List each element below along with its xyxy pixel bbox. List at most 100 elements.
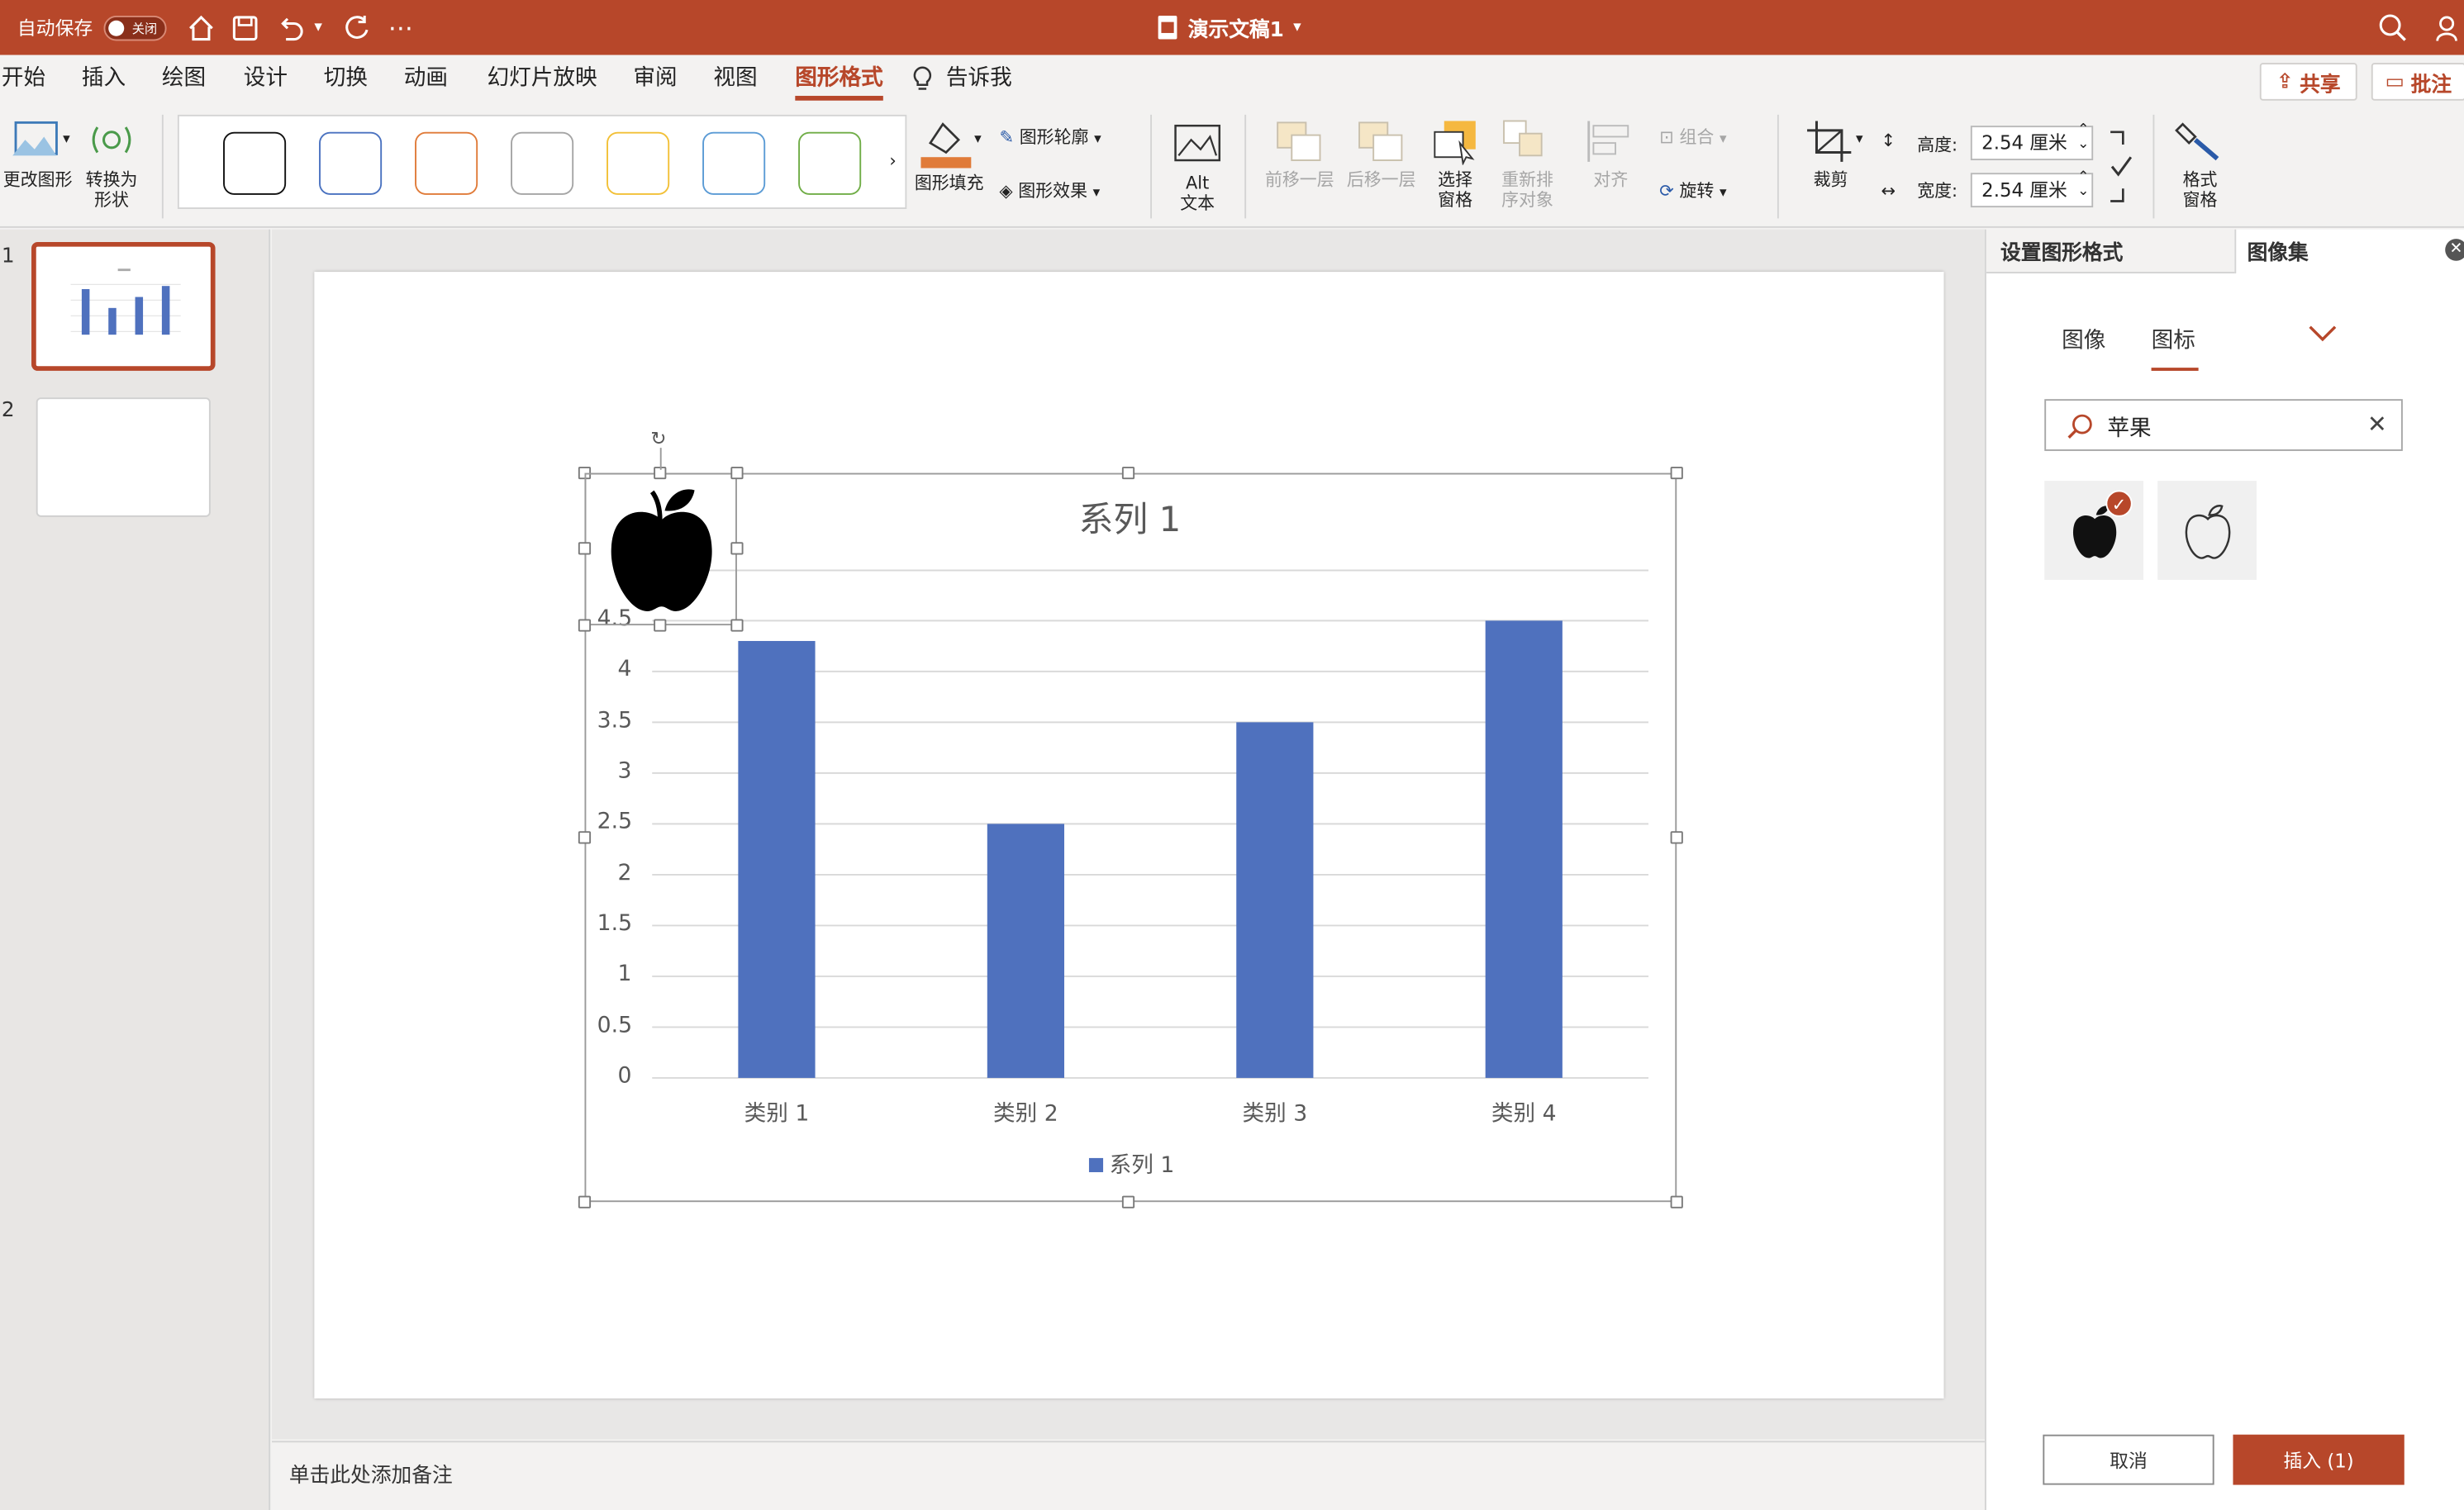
style-swatch-3[interactable] (415, 131, 478, 195)
format-pane-button[interactable]: 格式 窗格 (2171, 118, 2228, 211)
tab-insert[interactable]: 插入 (82, 55, 126, 106)
document-title[interactable]: 演示文稿1 (1188, 0, 1284, 55)
resize-handle[interactable] (1670, 1195, 1683, 1208)
title-dropdown-icon[interactable]: ▾ (1293, 0, 1301, 55)
panel-tab-images[interactable]: 图像集 (2248, 235, 2309, 266)
width-stepper[interactable]: ⌃ ⌄ (2077, 170, 2089, 199)
tab-draw[interactable]: 绘图 (162, 55, 206, 106)
resize-handle[interactable] (1670, 466, 1683, 480)
resize-handle[interactable] (730, 466, 744, 480)
send-backward-button[interactable]: 后移一层 (1345, 118, 1417, 190)
y-tick-label: 4 (617, 657, 632, 683)
shape-fill-button[interactable]: 图形填充 (915, 115, 984, 193)
rotate-handle-icon[interactable]: ↻ (650, 427, 666, 449)
close-panel-icon[interactable]: ✕ (2445, 239, 2464, 261)
group-button[interactable]: ⊡ 组合 ▾ (1659, 127, 1726, 151)
tab-transitions[interactable]: 切换 (324, 55, 368, 106)
apple-icon[interactable] (606, 482, 716, 620)
height-input[interactable]: 2.54 厘米 (1970, 126, 2094, 161)
tab-shape-format[interactable]: 图形格式 (795, 55, 883, 106)
icon-result-apple-outline[interactable] (2157, 481, 2257, 580)
reorder-objects-button[interactable]: 重新排 序对象 (1496, 118, 1559, 211)
style-swatch-7[interactable] (798, 131, 862, 195)
selection-pane-icon (1434, 121, 1476, 166)
tab-view[interactable]: 视图 (713, 55, 757, 106)
resize-handle[interactable] (578, 1195, 592, 1208)
resize-handle[interactable] (578, 831, 592, 844)
convert-to-shape-button[interactable]: 转换为 形状 (82, 118, 141, 211)
slide-thumbnails-panel: 1 2 (0, 229, 271, 1510)
autosave-toggle[interactable]: 关闭 (103, 15, 167, 40)
resize-handle[interactable] (730, 542, 744, 555)
home-icon[interactable] (185, 0, 216, 55)
bar-2[interactable] (987, 824, 1064, 1078)
undo-dropdown-icon[interactable]: ▾ (314, 0, 322, 55)
style-swatch-4[interactable] (511, 131, 574, 195)
tab-review[interactable]: 审阅 (633, 55, 677, 106)
height-stepper[interactable]: ⌃ ⌄ (2077, 123, 2089, 152)
resize-handle[interactable] (654, 619, 667, 632)
bar-4[interactable] (1485, 620, 1563, 1078)
bar-1[interactable] (738, 640, 816, 1078)
search-icon[interactable] (2377, 0, 2409, 55)
change-shape-dropdown-icon[interactable]: ▾ (63, 131, 70, 151)
tab-slideshow[interactable]: 幻灯片放映 (488, 55, 597, 106)
gallery-more-icon[interactable]: › (889, 151, 896, 172)
lock-aspect-icon[interactable] (2107, 129, 2135, 209)
width-label: 宽度: (1917, 180, 1958, 202)
share-button[interactable]: ⇪ 共享 (2259, 63, 2357, 101)
subtab-icons[interactable]: 图标 (2152, 324, 2195, 355)
notes-placeholder[interactable]: 单击此处添加备注 (289, 1458, 453, 1489)
bring-forward-button[interactable]: 前移一层 (1263, 118, 1335, 190)
panel-tab-format[interactable]: 设置图形格式 (2000, 235, 2123, 266)
style-swatch-6[interactable] (702, 131, 766, 195)
resize-handle[interactable] (578, 619, 592, 632)
save-icon[interactable] (230, 0, 261, 55)
notes-pane[interactable]: 单击此处添加备注 (272, 1441, 1985, 1510)
account-icon[interactable] (2433, 0, 2464, 55)
tab-animations[interactable]: 动画 (404, 55, 448, 106)
resize-handle[interactable] (730, 619, 744, 632)
slide-thumbnail-2[interactable] (36, 397, 211, 517)
insert-button[interactable]: 插入 (1) (2233, 1434, 2405, 1485)
more-icon[interactable]: ⋯ (388, 0, 413, 55)
title-bar: 自动保存 关闭 ▾ ⋯ 演示文稿1 ▾ (0, 0, 2464, 55)
cancel-button[interactable]: 取消 (2043, 1434, 2214, 1485)
slide-thumbnail-1[interactable] (31, 241, 216, 371)
width-input[interactable]: 2.54 厘米 (1970, 173, 2094, 208)
tab-design[interactable]: 设计 (244, 55, 288, 106)
change-shape-button[interactable]: 更改图形 (3, 118, 72, 190)
resize-handle[interactable] (1121, 1195, 1135, 1208)
chart-title[interactable]: 系列 1 (1056, 491, 1204, 542)
chevron-down-icon[interactable] (2307, 321, 2338, 350)
lightbulb-icon[interactable] (911, 55, 934, 106)
resize-handle[interactable] (1670, 831, 1683, 844)
clear-search-icon[interactable]: ✕ (2367, 410, 2387, 438)
tell-me[interactable]: 告诉我 (946, 55, 1012, 106)
bar-chart[interactable] (584, 473, 1677, 1203)
comments-button[interactable]: ▭ 批注 (2371, 63, 2464, 101)
bar-3[interactable] (1236, 722, 1314, 1078)
shape-outline-button[interactable]: ✎ 图形轮廓 ▾ (1000, 127, 1101, 151)
shape-fill-dropdown-icon[interactable]: ▾ (974, 131, 982, 151)
crop-button[interactable]: 裁剪 (1800, 118, 1862, 190)
style-swatch-5[interactable] (606, 131, 670, 195)
redo-icon[interactable] (341, 0, 373, 55)
undo-icon[interactable] (275, 0, 307, 55)
selection-pane-button[interactable]: 选择 窗格 (1427, 118, 1483, 211)
subtab-images[interactable]: 图像 (2062, 324, 2105, 355)
rotate-button[interactable]: ⟳ 旋转 ▾ (1659, 181, 1726, 205)
style-swatch-2[interactable] (319, 131, 383, 195)
style-swatch-1[interactable] (223, 131, 287, 195)
resize-handle[interactable] (1121, 466, 1135, 480)
align-button[interactable]: 对齐 (1577, 118, 1643, 190)
send-backward-icon (1358, 121, 1403, 161)
chart-legend[interactable]: 系列 1 (1088, 1149, 1174, 1180)
tab-home[interactable]: 开始 (2, 55, 45, 106)
icon-result-apple-filled[interactable]: ✓ (2044, 481, 2144, 580)
resize-handle[interactable] (578, 542, 592, 555)
crop-dropdown-icon[interactable]: ▾ (1856, 131, 1863, 151)
icon-search-input[interactable]: 苹果 ✕ (2044, 399, 2403, 451)
alt-text-button[interactable]: Alt 文本 (1169, 121, 1225, 214)
shape-effects-button[interactable]: ◈ 图形效果 ▾ (1000, 181, 1101, 205)
